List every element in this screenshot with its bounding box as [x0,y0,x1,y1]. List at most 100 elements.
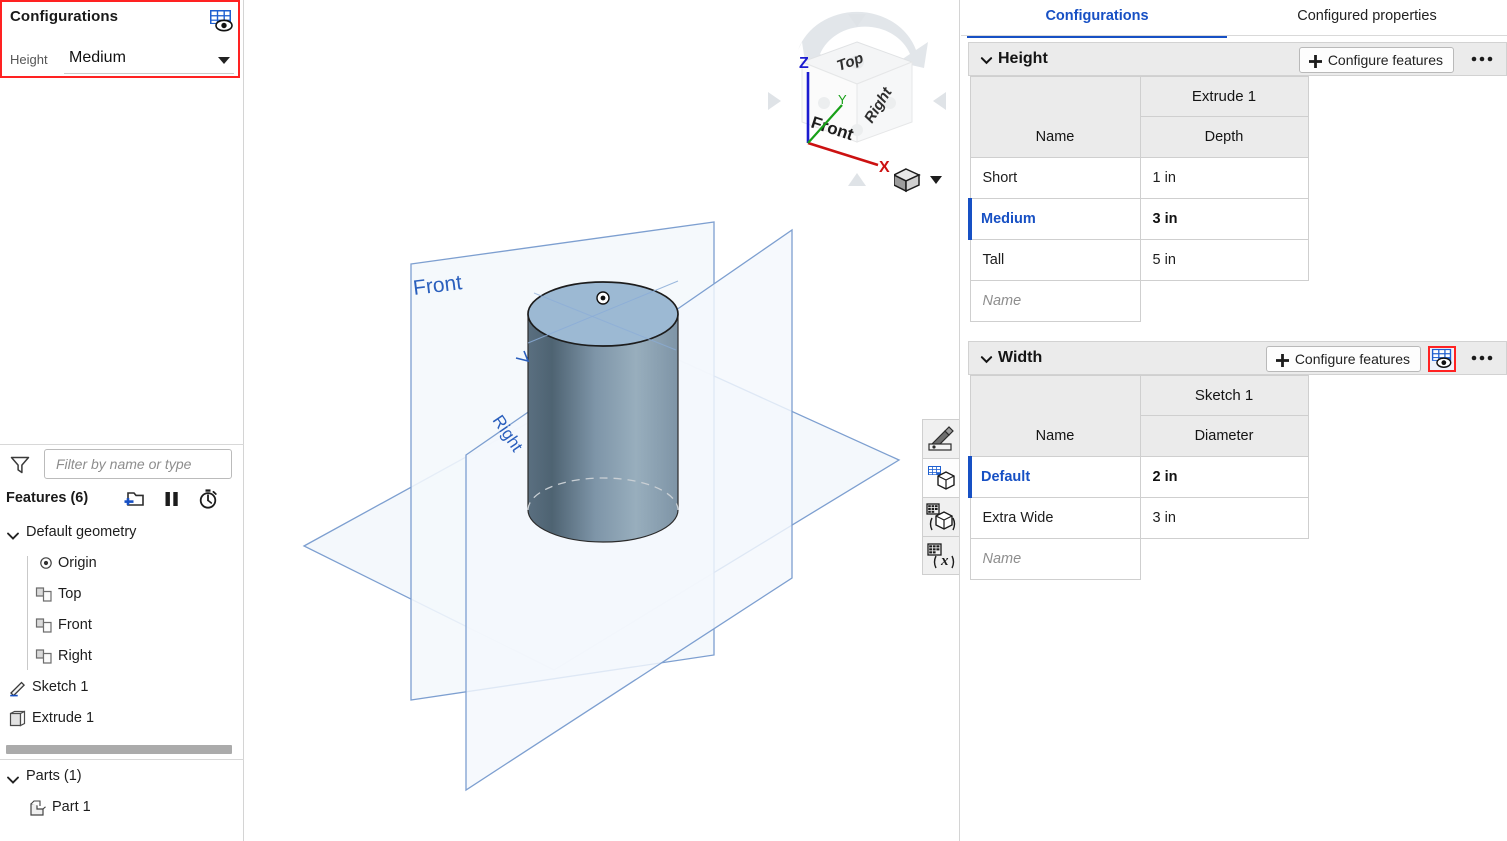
configuration-variants-icon[interactable] [922,497,959,536]
config-row-name[interactable]: Short [969,157,1141,199]
chevron-down-icon [930,176,942,184]
column-header-value: Diameter [1139,415,1309,457]
tree-item-top[interactable]: Top [0,580,244,611]
features-count-label: Features (6) [6,490,89,506]
feature-tree-scrollbar[interactable] [6,745,232,754]
part-list-item[interactable]: Part 1 [0,793,244,824]
panel-divider [0,759,244,760]
tree-item-label: Default geometry [26,524,137,540]
ellipsis-icon[interactable] [1470,351,1494,367]
appearance-render-icon[interactable] [922,419,959,458]
axis-label-y: Y [838,92,847,107]
tree-item-default-geometry[interactable]: Default geometry [0,518,244,549]
table-row[interactable]: Extra Wide 3 in [969,497,1309,539]
plane-icon [34,617,54,639]
table-row[interactable]: Medium 3 in [968,198,1309,240]
filter-input[interactable] [44,449,232,479]
new-folder-icon[interactable] [122,487,148,511]
config-row-name[interactable]: Default [968,456,1141,498]
part-body-icon [28,799,48,821]
config-row-value[interactable]: 2 in [1139,456,1309,498]
tree-item-sketch-1[interactable]: Sketch 1 [0,673,244,704]
height-select[interactable]: Medium [64,46,234,74]
table-row[interactable]: Tall 5 in [969,239,1309,281]
config-row-name[interactable]: Tall [969,239,1141,281]
new-config-name-input[interactable]: Name [969,538,1141,580]
right-panel-tabs: Configurations Configured properties [961,0,1507,38]
chevron-down-icon[interactable] [980,353,993,365]
blank-corner-cell [969,76,1141,117]
rollback-pause-icon[interactable] [160,487,184,511]
config-row-value[interactable]: 5 in [1139,239,1309,281]
table-row[interactable]: Default 2 in [968,456,1309,498]
tabs-underline [961,35,1507,36]
config-row-value[interactable]: 3 in [1139,198,1309,240]
column-header-name: Name [969,415,1141,457]
configuration-table-eye-icon[interactable] [208,9,234,33]
config-section-name: Width [998,349,1043,366]
column-header-name: Name [969,116,1141,158]
tree-item-front[interactable]: Front [0,611,244,642]
configuration-table-eye-icon[interactable] [1428,346,1456,372]
table-new-row[interactable]: Name [969,280,1308,322]
feature-tree: Default geometry Origin Top Front Right … [0,518,244,735]
configure-features-label: Configure features [1327,52,1443,68]
configurations-right-panel: Configurations Configured properties Hei… [961,0,1507,841]
config-row-name[interactable]: Medium [968,198,1141,240]
view-mode-selector[interactable] [892,165,946,198]
configuration-variable-icon[interactable]: x [922,536,959,575]
tree-item-label: Extrude 1 [32,710,95,726]
chevron-down-icon [218,57,230,64]
extrude-icon [8,710,28,732]
3d-viewport[interactable]: Front Right Top Front Right Z Y X x [244,0,960,841]
filter-row [0,444,244,485]
axis-label-z: Z [799,55,809,72]
config-row-name[interactable]: Extra Wide [969,497,1141,539]
tab-configurations[interactable]: Configurations [967,0,1227,38]
tab-configured-properties[interactable]: Configured properties [1231,0,1503,35]
table-new-row[interactable]: Name [969,538,1308,580]
funnel-filter-icon[interactable] [9,454,31,476]
plane-icon [34,586,54,608]
configuration-cube-icon[interactable] [922,458,959,497]
table-row[interactable]: Short 1 in [969,157,1309,199]
new-config-empty-cell [1140,281,1308,322]
shaded-cube-icon [892,168,921,193]
stopwatch-icon[interactable] [196,487,220,511]
height-config-row: Height Medium [10,46,234,74]
parts-group-header[interactable]: Parts (1) [0,762,244,793]
tree-item-label: Sketch 1 [32,679,89,695]
config-section-header: Width Configure features [968,341,1507,375]
tree-item-label: Front [58,617,92,633]
axis-label-x: X [879,159,890,176]
config-section-name: Height [998,50,1048,67]
chevron-down-icon[interactable] [980,54,993,66]
tree-item-extrude-1[interactable]: Extrude 1 [0,704,244,735]
height-select-value: Medium [69,49,126,66]
feature-name-header: Sketch 1 [1139,375,1309,416]
sketch-pencil-icon [8,679,28,701]
cylinder-body [527,313,679,543]
new-config-empty-cell [1140,539,1308,580]
part-label: Part 1 [52,799,91,815]
plane-icon [34,648,54,670]
configure-features-button[interactable]: Configure features [1298,47,1454,73]
column-header-value: Depth [1139,116,1309,158]
parts-group-label: Parts (1) [26,768,82,784]
configure-features-button[interactable]: Configure features [1265,346,1421,372]
tree-item-origin[interactable]: Origin [0,549,244,580]
config-table-width: Sketch 1 Name Diameter Default 2 in Extr… [968,375,1309,580]
tree-item-label: Origin [58,555,97,571]
config-row-value[interactable]: 3 in [1139,497,1309,539]
origin-icon [38,555,54,575]
config-section-height: Height Configure features Extrude 1 Name… [968,42,1507,322]
configure-features-label: Configure features [1294,351,1410,367]
table-feature-header-row: Sketch 1 [969,375,1309,416]
svg-text:x: x [940,553,949,569]
left-panel: Configurations Height Medium Filter by n… [0,0,283,841]
ellipsis-icon[interactable] [1470,52,1494,68]
config-row-value[interactable]: 1 in [1139,157,1309,199]
origin-marker [596,291,610,305]
tree-item-right[interactable]: Right [0,642,244,673]
new-config-name-input[interactable]: Name [969,280,1141,322]
